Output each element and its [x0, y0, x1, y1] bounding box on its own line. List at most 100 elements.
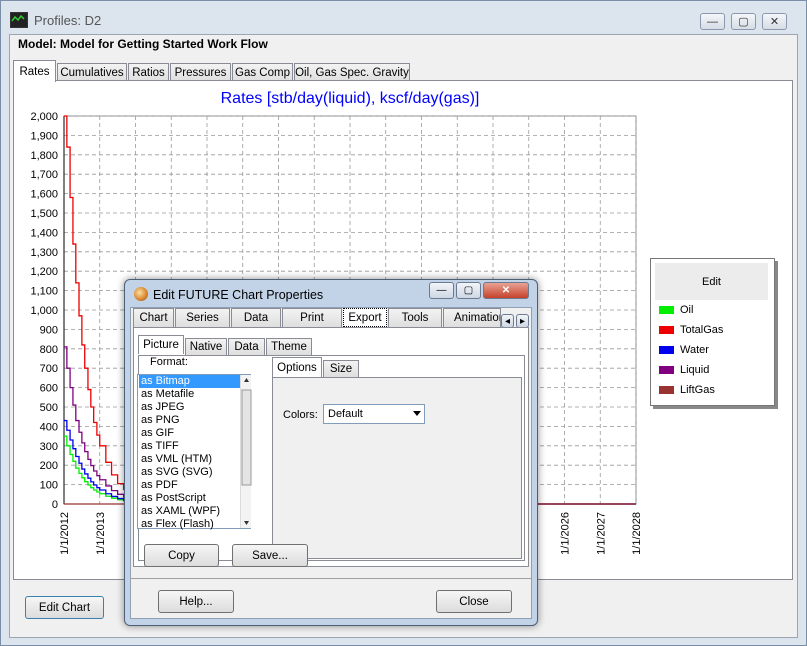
copy-label: Copy [168, 549, 195, 562]
tab-scroll-left-button[interactable]: ◂ [501, 314, 514, 328]
list-item[interactable]: as JPEG [139, 401, 242, 414]
maximize-button[interactable]: ▢ [731, 13, 756, 30]
dtab-series[interactable]: Series [175, 308, 230, 327]
y-tick-label: 1,700 [30, 169, 58, 181]
x-tick-label: 1/1/2027 [595, 512, 607, 555]
legend-swatch [659, 346, 674, 354]
dialog-divider [130, 578, 532, 579]
subtab-picture[interactable]: Picture [138, 335, 184, 354]
format-listbox[interactable]: as Bitmap as Metafile as JPEG as PNG as … [137, 374, 252, 531]
help-button[interactable]: Help... [158, 590, 234, 613]
list-item[interactable]: as GIF [139, 427, 242, 440]
save-button[interactable]: Save... [232, 544, 308, 567]
y-tick-label: 2,000 [30, 111, 58, 123]
y-tick-label: 100 [40, 480, 58, 492]
tab-scroll-right-button[interactable]: ▸ [516, 314, 529, 328]
y-tick-label: 1,800 [30, 150, 58, 162]
list-item[interactable]: as Flex (Flash) [139, 518, 242, 531]
tab-label: Theme [271, 341, 307, 353]
dialog-close-button[interactable]: ✕ [483, 282, 529, 299]
minimize-icon: — [436, 285, 447, 296]
list-item[interactable]: as PostScript [139, 492, 242, 505]
format-label: Format: [150, 356, 188, 368]
scroll-thumb[interactable] [241, 389, 252, 486]
subtab-native[interactable]: Native [185, 338, 227, 355]
tab-label: Native [189, 341, 223, 353]
dialog-title: Edit FUTURE Chart Properties [153, 288, 324, 302]
tab-label: Oil, Gas Spec. Gravity [295, 67, 409, 79]
legend-label: LiftGas [680, 384, 715, 396]
legend-label: Oil [680, 304, 694, 316]
list-item[interactable]: as XAML (WPF) [139, 505, 242, 518]
y-tick-label: 300 [40, 441, 58, 453]
scroll-up-icon[interactable] [244, 378, 249, 382]
legend-header-label: Edit [702, 275, 721, 288]
format-list-scrollbar[interactable] [240, 375, 252, 528]
y-tick-label: 1,100 [30, 286, 58, 298]
minimize-button[interactable]: — [700, 13, 725, 30]
close-icon: ✕ [769, 16, 780, 28]
chart-legend[interactable]: Edit Oil TotalGas Water Liquid LiftGas [650, 258, 775, 406]
tab-label: Tools [401, 312, 429, 324]
chevron-down-icon [413, 411, 421, 416]
tab-label: Data [234, 341, 259, 353]
legend-label: Water [680, 344, 709, 356]
chart-editor-icon [134, 287, 148, 301]
list-item[interactable]: as VML (HTM) [139, 453, 242, 466]
y-tick-label: 1,900 [30, 130, 58, 142]
list-item[interactable]: as PDF [139, 479, 242, 492]
scroll-down-icon[interactable] [244, 521, 249, 525]
y-tick-label: 600 [40, 383, 58, 395]
subtab-data[interactable]: Data [228, 338, 265, 355]
colors-select[interactable]: Default [323, 404, 425, 424]
legend-item-liquid: Liquid [659, 362, 709, 378]
y-tick-label: 400 [40, 421, 58, 433]
list-item[interactable]: as SVG (SVG) [139, 466, 242, 479]
close-window-button[interactable]: ✕ [762, 13, 787, 30]
y-tick-label: 0 [52, 499, 58, 511]
help-label: Help... [179, 595, 213, 608]
y-tick-label: 200 [40, 460, 58, 472]
tab-label: Ratios [132, 67, 165, 79]
tab-label: Gas Comp [235, 67, 290, 79]
dialog-minimize-button[interactable]: — [429, 282, 454, 299]
legend-swatch [659, 366, 674, 374]
tab-label: Pressures [174, 67, 227, 79]
tab-label: Chart [139, 312, 168, 324]
tab-label: Export [348, 311, 382, 324]
list-item[interactable]: as PNG [139, 414, 242, 427]
list-item[interactable]: as Metafile [139, 388, 242, 401]
chart-title: Rates [stb/day(liquid), kscf/day(gas)] [221, 90, 480, 107]
edit-chart-properties-dialog: Edit FUTURE Chart Properties — ▢ ✕ Chart… [124, 279, 538, 626]
legend-swatch [659, 326, 674, 334]
close-button[interactable]: Close [436, 590, 512, 613]
legend-item-totalgas: TotalGas [659, 322, 723, 338]
chevron-left-icon: ◂ [504, 315, 511, 327]
legend-item-oil: Oil [659, 302, 693, 318]
y-tick-label: 900 [40, 324, 58, 336]
edit-chart-label: Edit Chart [38, 601, 91, 614]
dtab-export[interactable]: Export [343, 308, 387, 327]
dtab-animation[interactable]: Animation [443, 308, 501, 327]
dialog-maximize-button[interactable]: ▢ [456, 282, 481, 299]
dtab-chart[interactable]: Chart [133, 308, 174, 327]
y-tick-label: 1,600 [30, 189, 58, 201]
tab-rates[interactable]: Rates [13, 60, 56, 82]
tab-label: Data [243, 312, 269, 324]
x-tick-label: 1/1/2013 [95, 512, 107, 555]
list-item[interactable]: as Bitmap [139, 375, 242, 388]
copy-button[interactable]: Copy [144, 544, 219, 567]
dtab-tools[interactable]: Tools [388, 308, 442, 327]
optiontab-size[interactable]: Size [323, 360, 359, 377]
edit-chart-button[interactable]: Edit Chart [25, 596, 104, 619]
legend-swatch [659, 386, 674, 394]
tab-label: Animation [454, 312, 501, 324]
legend-edit-header[interactable]: Edit [655, 263, 768, 300]
list-item[interactable]: as TIFF [139, 440, 242, 453]
y-tick-label: 1,500 [30, 208, 58, 220]
model-title: Model: Model for Getting Started Work Fl… [18, 37, 268, 51]
subtab-theme[interactable]: Theme [266, 338, 312, 355]
dtab-data[interactable]: Data [231, 308, 281, 327]
dtab-print[interactable]: Print [282, 308, 342, 327]
optiontab-options[interactable]: Options [272, 357, 322, 377]
